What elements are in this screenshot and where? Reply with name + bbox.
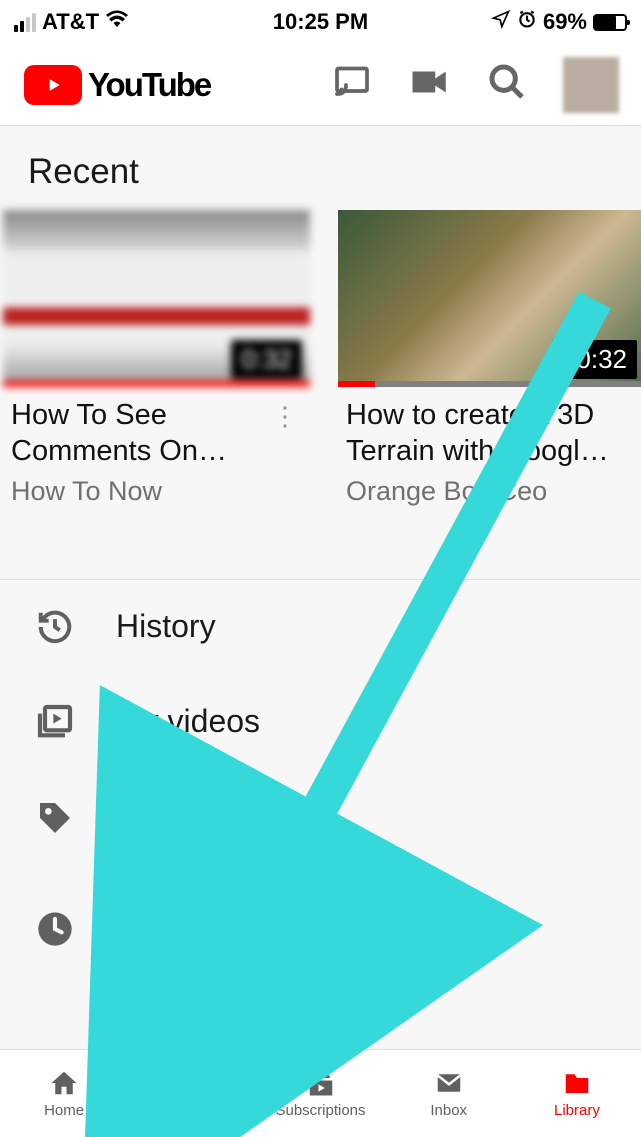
history-icon <box>34 608 76 646</box>
library-item-label: My videos <box>116 703 260 740</box>
bottom-nav: Home Trending Subscriptions Inbox Librar… <box>0 1049 641 1137</box>
library-item-label: History <box>116 608 216 645</box>
library-item-label: Purchases <box>116 799 267 836</box>
library-item-label: Watch later <box>116 894 355 931</box>
nav-label: Trending <box>163 1102 222 1119</box>
wifi-icon <box>105 9 129 35</box>
tag-icon <box>34 798 76 838</box>
video-title: How to create a 3D Terrain with Googl… <box>346 397 641 470</box>
channel-name: How To Now <box>11 476 264 507</box>
video-thumbnail[interactable]: 20:32 <box>338 210 641 387</box>
carrier-label: AT&T <box>42 9 99 35</box>
clock-icon <box>34 909 76 949</box>
battery-icon <box>593 14 627 31</box>
recent-card[interactable]: 0:32 How To See Comments On… How To Now … <box>3 210 310 507</box>
nav-trending[interactable]: Trending <box>128 1050 256 1137</box>
search-icon[interactable] <box>487 62 527 107</box>
progress-bar <box>338 381 375 387</box>
battery-pct: 69% <box>543 9 587 35</box>
status-bar: AT&T 10:25 PM 69% <box>0 0 641 44</box>
camera-icon[interactable] <box>409 67 451 102</box>
nav-label: Library <box>554 1102 600 1119</box>
location-icon <box>491 9 511 35</box>
cast-icon[interactable] <box>331 64 373 105</box>
library-page: Recent 0:32 How To See Comments On… How … <box>0 126 641 992</box>
library-item-watch-later[interactable]: Watch later 5 unwatched videos <box>0 866 641 992</box>
brand-text: YouTube <box>88 66 210 104</box>
nav-inbox[interactable]: Inbox <box>385 1050 513 1137</box>
app-header: YouTube <box>0 44 641 126</box>
library-item-subtitle: 5 unwatched videos <box>116 933 355 964</box>
my-videos-icon <box>34 702 76 742</box>
library-list: History My videos Purchases Watch later … <box>0 579 641 992</box>
library-item-my-videos[interactable]: My videos <box>0 674 641 770</box>
nav-label: Inbox <box>430 1102 467 1119</box>
library-item-history[interactable]: History <box>0 580 641 674</box>
youtube-logo[interactable]: YouTube <box>24 65 210 105</box>
avatar[interactable] <box>563 57 619 113</box>
video-thumbnail[interactable]: 0:32 <box>3 210 310 387</box>
channel-name: Orange Box Ceo <box>346 476 641 507</box>
nav-label: Home <box>44 1102 84 1119</box>
nav-library[interactable]: Library <box>513 1050 641 1137</box>
recent-shelf[interactable]: 0:32 How To See Comments On… How To Now … <box>0 210 641 507</box>
alarm-icon <box>517 9 537 35</box>
video-title: How To See Comments On… <box>11 397 264 470</box>
nav-label: Subscriptions <box>275 1102 365 1119</box>
library-item-purchases[interactable]: Purchases <box>0 770 641 866</box>
signal-icon <box>14 13 36 32</box>
section-title-recent: Recent <box>0 126 641 210</box>
recent-card[interactable]: 20:32 How to create a 3D Terrain with Go… <box>338 210 641 507</box>
duration-badge: 0:32 <box>231 340 302 379</box>
progress-bar <box>3 381 310 387</box>
duration-badge: 20:32 <box>552 340 637 379</box>
nav-subscriptions[interactable]: Subscriptions <box>256 1050 384 1137</box>
nav-home[interactable]: Home <box>0 1050 128 1137</box>
more-menu-icon[interactable]: ⋮ <box>264 397 306 507</box>
